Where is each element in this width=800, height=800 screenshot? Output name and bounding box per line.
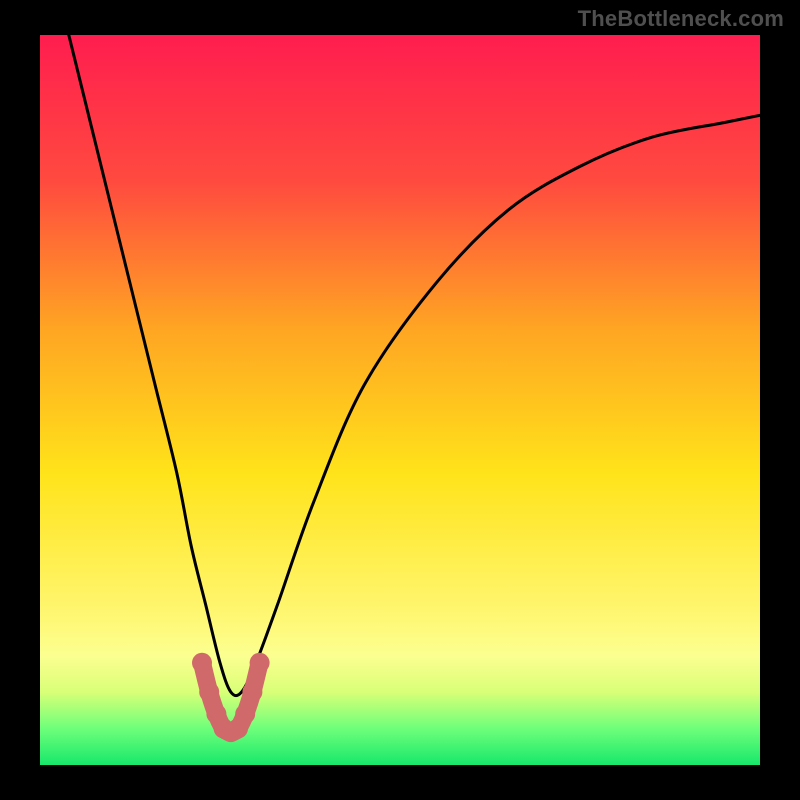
chart-frame: TheBottleneck.com <box>0 0 800 800</box>
optimal-marker-dot <box>192 653 212 673</box>
plot-area <box>40 35 760 765</box>
watermark-label: TheBottleneck.com <box>578 6 784 32</box>
optimal-marker-dot <box>242 682 262 702</box>
bottleneck-chart <box>0 0 800 800</box>
optimal-marker-dot <box>235 704 255 724</box>
optimal-marker-dot <box>250 653 270 673</box>
optimal-marker-dot <box>199 682 219 702</box>
